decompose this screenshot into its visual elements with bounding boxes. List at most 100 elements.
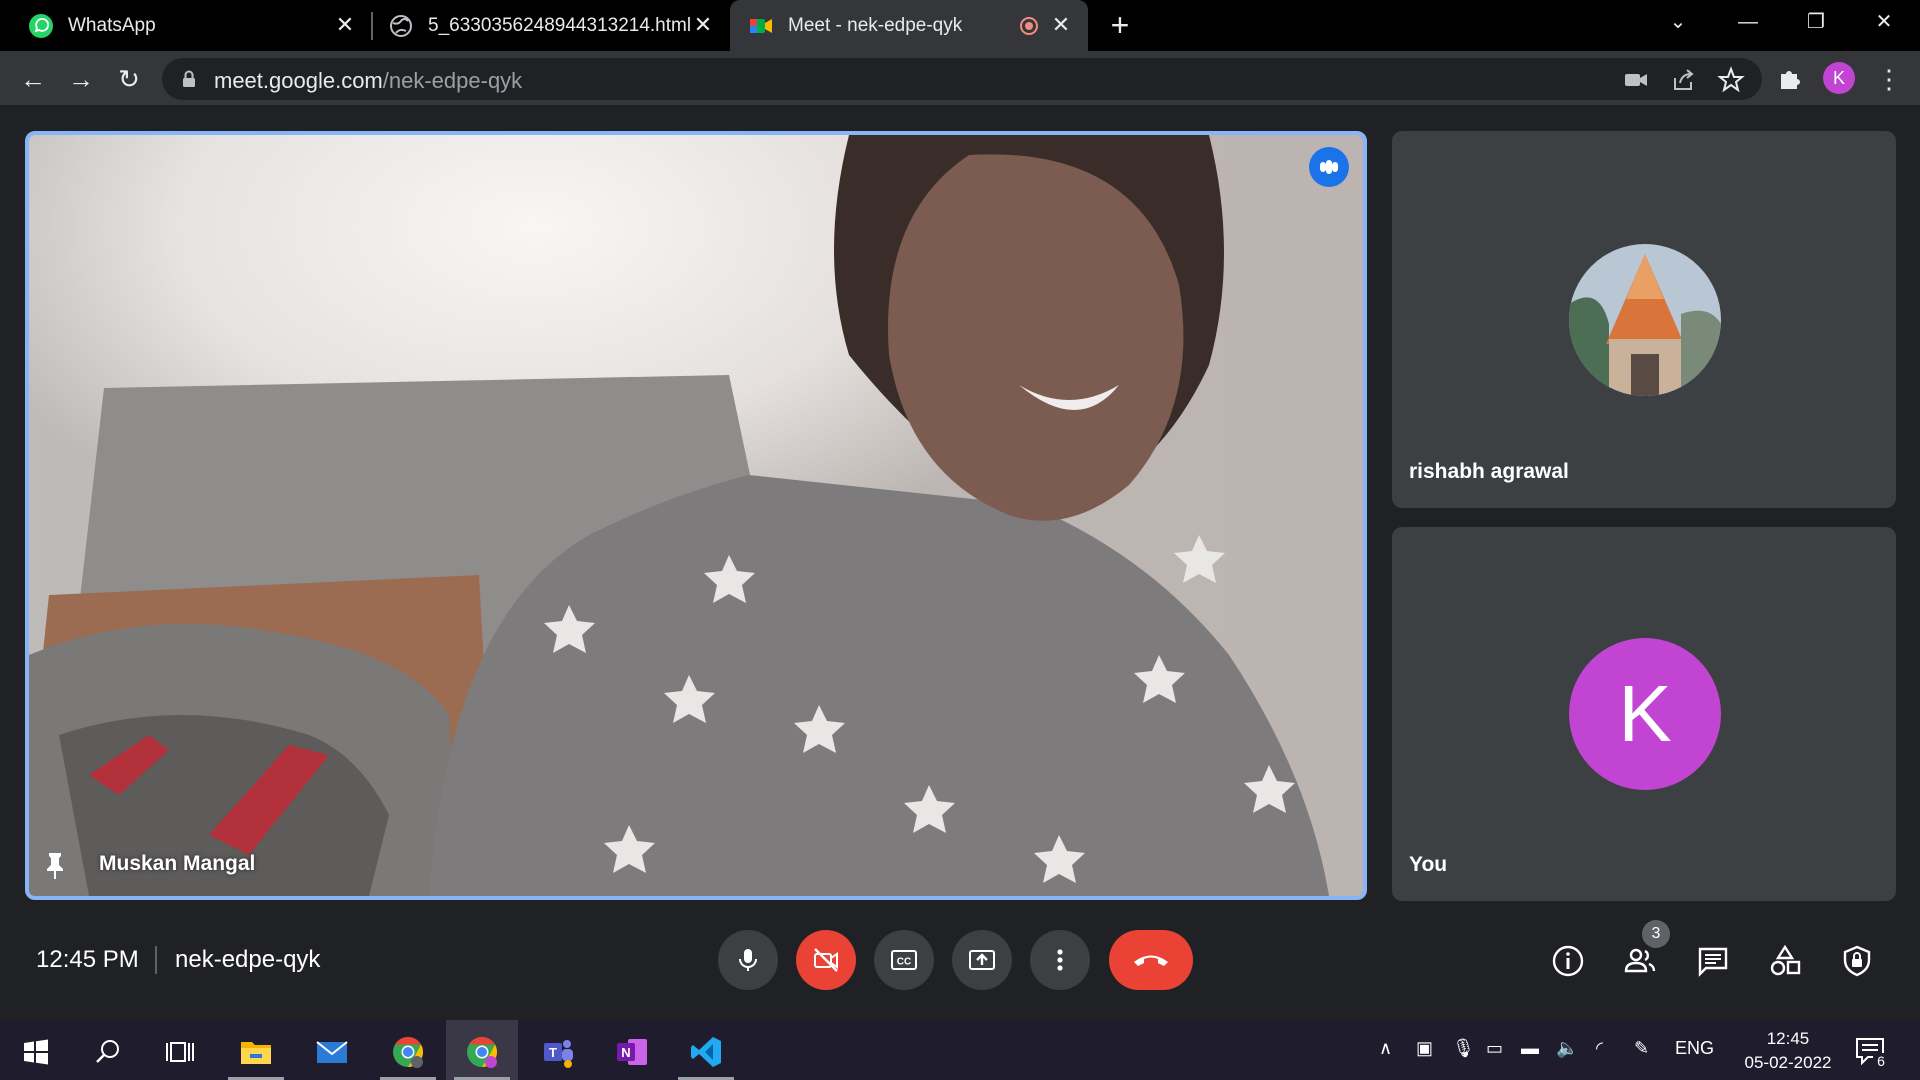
microphone-icon	[739, 949, 757, 971]
reload-button[interactable]: ↻	[110, 60, 148, 98]
chrome-profile-button[interactable]	[446, 1020, 518, 1080]
browser-tab-strip: WhatsApp ✕ 5_6330356248944313214.html ✕ …	[0, 0, 1920, 51]
restore-button[interactable]: ❐	[1786, 0, 1846, 44]
onenote-icon: N	[617, 1039, 647, 1065]
activities-icon[interactable]	[1768, 944, 1802, 978]
microphone-button[interactable]	[718, 930, 778, 990]
volume-icon[interactable]: 🔈	[1556, 1038, 1578, 1059]
chrome-button[interactable]	[372, 1020, 444, 1080]
url-text[interactable]: meet.google.com/nek-edpe-qyk	[214, 68, 522, 94]
minimize-button[interactable]: —	[1718, 0, 1778, 44]
tab-divider	[371, 12, 373, 40]
microphone-in-use-icon[interactable]: 🎙	[1452, 1038, 1475, 1059]
participant-name: rishabh agrawal	[1409, 460, 1569, 483]
display-icon[interactable]: ▭	[1486, 1038, 1503, 1059]
teams-icon: T	[544, 1040, 573, 1068]
participant-avatar: K	[1569, 638, 1721, 790]
close-tab-icon[interactable]: ✕	[690, 12, 716, 38]
google-meet-icon	[750, 18, 772, 33]
camera-in-use-icon[interactable]	[1622, 66, 1650, 94]
extensions-puzzle-icon[interactable]	[1776, 64, 1806, 94]
address-bar[interactable]: meet.google.com/nek-edpe-qyk	[162, 58, 1762, 100]
tab-whatsapp[interactable]: WhatsApp ✕	[0, 0, 372, 51]
pen-icon[interactable]: ✎	[1634, 1038, 1649, 1059]
file-explorer-button[interactable]	[220, 1020, 292, 1080]
participant-name: You	[1409, 853, 1448, 876]
tab-title: Meet - nek-edpe-qyk	[788, 14, 963, 36]
tab-google-meet[interactable]: Meet - nek-edpe-qyk ✕	[730, 0, 1088, 51]
camera-button[interactable]	[796, 930, 856, 990]
speaking-indicator-icon	[1309, 147, 1349, 187]
teams-button[interactable]: T	[522, 1020, 594, 1080]
chrome-icon	[393, 1037, 424, 1068]
tab-html-file[interactable]: 5_6330356248944313214.html ✕	[374, 0, 730, 51]
mail-button[interactable]	[296, 1020, 368, 1080]
share-icon[interactable]	[1670, 66, 1698, 94]
participant-name: Muskan Mangal	[99, 852, 256, 875]
wifi-icon[interactable]: ◜	[1596, 1038, 1603, 1059]
globe-icon	[390, 14, 412, 37]
windows-logo-icon	[24, 1039, 48, 1065]
participant-avatar-photo	[1569, 244, 1721, 396]
battery-icon[interactable]: ▬	[1521, 1038, 1539, 1059]
participant-tile-rishabh[interactable]: rishabh agrawal	[1392, 131, 1896, 508]
clock-date: 05-02-2022	[1744, 1053, 1832, 1072]
start-button[interactable]	[0, 1020, 72, 1080]
close-tab-icon[interactable]: ✕	[1048, 12, 1074, 38]
info-icon[interactable]	[1551, 944, 1585, 978]
vscode-icon	[691, 1037, 721, 1067]
hang-up-icon	[1134, 955, 1168, 966]
search-button[interactable]	[72, 1020, 144, 1080]
host-controls-icon[interactable]	[1840, 944, 1874, 978]
leave-call-button[interactable]	[1109, 930, 1193, 990]
participant-tile-you[interactable]: K You	[1392, 527, 1896, 901]
divider	[155, 946, 157, 974]
clock-time: 12:45	[1766, 1029, 1810, 1048]
meet-now-icon[interactable]: ▣	[1416, 1038, 1433, 1059]
new-tab-button[interactable]: +	[1104, 9, 1136, 42]
more-options-icon	[1057, 949, 1063, 971]
vscode-button[interactable]	[670, 1020, 742, 1080]
chat-icon[interactable]	[1696, 944, 1730, 978]
browser-menu-icon[interactable]: ⋮	[1876, 65, 1902, 93]
recording-indicator-icon	[1020, 17, 1038, 35]
captions-icon: CC	[891, 950, 917, 970]
meeting-code: nek-edpe-qyk	[175, 946, 321, 973]
participants-count-badge: 3	[1642, 920, 1670, 948]
captions-button[interactable]: CC	[874, 930, 934, 990]
onenote-button[interactable]: N	[596, 1020, 668, 1080]
browser-toolbar: ← → ↻ meet.google.com/nek-edpe-qyk K ⋮	[0, 51, 1920, 106]
show-hidden-icons[interactable]: ∧	[1379, 1038, 1392, 1059]
language-indicator[interactable]: ENG	[1675, 1038, 1714, 1059]
mail-icon	[316, 1041, 348, 1063]
whatsapp-icon	[29, 13, 53, 38]
task-view-icon	[166, 1042, 194, 1062]
present-screen-icon	[969, 950, 995, 970]
pin-icon[interactable]	[41, 850, 69, 880]
system-clock[interactable]: 12:45 05-02-2022	[1733, 1027, 1843, 1075]
url-host: meet.google.com	[214, 68, 383, 93]
windows-taskbar: T N ∧ ▣ 🎙 ▭ ▬ 🔈 ◜ ✎ ENG 12:45 05-02-2022…	[0, 1020, 1920, 1080]
forward-button[interactable]: →	[62, 60, 100, 98]
more-options-button[interactable]	[1030, 930, 1090, 990]
main-video-tile[interactable]: Muskan Mangal	[25, 131, 1367, 900]
back-button[interactable]: ←	[14, 60, 52, 98]
close-window-button[interactable]: ✕	[1854, 0, 1914, 44]
camera-off-icon	[814, 948, 838, 972]
profile-avatar[interactable]: K	[1823, 62, 1855, 94]
participant-video-feed	[29, 135, 1363, 896]
tab-search-icon[interactable]: ⌄	[1648, 0, 1708, 44]
folder-icon	[241, 1042, 271, 1064]
task-view-button[interactable]	[144, 1020, 216, 1080]
meeting-time: 12:45 PM	[36, 946, 139, 973]
chrome-icon	[467, 1036, 498, 1068]
people-icon[interactable]	[1623, 944, 1657, 978]
tab-title: WhatsApp	[68, 14, 156, 36]
notification-count: 6	[1873, 1053, 1889, 1069]
bookmark-star-icon[interactable]	[1717, 66, 1745, 94]
svg-text:N: N	[621, 1045, 630, 1060]
lock-icon[interactable]	[182, 70, 196, 88]
close-tab-icon[interactable]: ✕	[332, 12, 358, 38]
present-now-button[interactable]	[952, 930, 1012, 990]
search-icon	[96, 1040, 119, 1063]
